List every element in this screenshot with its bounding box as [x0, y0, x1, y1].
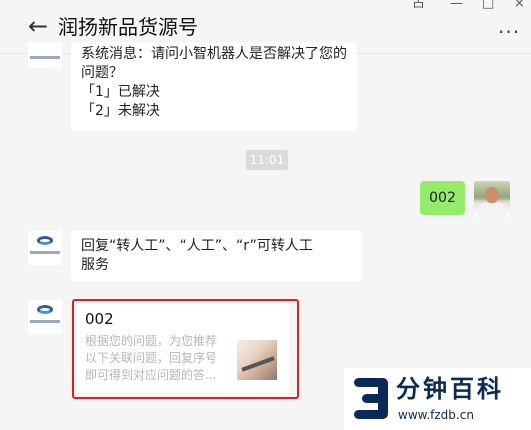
pin-icon[interactable]: 占	[412, 0, 425, 11]
company-logo-icon	[37, 305, 53, 314]
logo-text-icon	[30, 251, 60, 254]
company-logo-icon	[37, 236, 53, 245]
watermark-title: 分钟百科	[396, 375, 504, 403]
close-icon[interactable]: ×	[514, 0, 525, 11]
thumbnail-pen	[241, 356, 275, 372]
card-desc-line: 以下关联问题，回复序号	[85, 351, 218, 365]
message-line: 问题？	[81, 65, 123, 81]
card-title: 002	[85, 310, 114, 328]
bot-message-bubble[interactable]: 回复“转人工”、“人工”、“r”可转人工 服务	[71, 231, 362, 281]
card-description: 根据您的问题，为您推荐 以下关联问题，回复序号 即可得到对应问题的答...	[85, 333, 235, 384]
avatar-face	[485, 187, 499, 203]
card-desc-line: 即可得到对应问题的答...	[85, 368, 217, 382]
card-desc-line: 根据您的问题，为您推荐	[85, 334, 218, 348]
card-thumbnail	[237, 340, 277, 380]
company-logo-avatar[interactable]	[28, 300, 62, 334]
watermark-glyph-icon	[354, 378, 388, 420]
bot-avatar[interactable]	[28, 42, 62, 68]
minimize-icon[interactable]: —	[450, 0, 463, 11]
message-line: 「2」未解决	[81, 103, 160, 119]
more-dots-icon[interactable]: ···	[498, 22, 520, 42]
logo-text-icon	[30, 320, 60, 323]
watermark-url: www.fzdb.cn	[398, 408, 474, 422]
logo-text-icon	[30, 56, 60, 59]
message-timestamp: 11:01	[246, 150, 288, 170]
company-logo-avatar[interactable]	[28, 231, 62, 265]
avatar-shirt	[478, 203, 506, 217]
message-line: 系统消息：请问小智机器人是否解决了您的	[81, 46, 347, 62]
user-photo-avatar[interactable]	[474, 181, 510, 217]
back-arrow-icon[interactable]: ←	[28, 13, 52, 39]
system-message-bubble[interactable]: 系统消息：请问小智机器人是否解决了您的 问题？ 「1」已解决 「2」未解决	[71, 42, 357, 131]
chat-title: 润扬新品货源号	[58, 15, 198, 39]
message-line: 服务	[81, 257, 109, 273]
maximize-icon[interactable]: □	[482, 0, 494, 11]
message-line: 回复“转人工”、“人工”、“r”可转人工	[81, 238, 313, 254]
user-message-bubble[interactable]: 002	[420, 181, 465, 215]
watermark-logo: 分钟百科 www.fzdb.cn	[344, 368, 531, 430]
link-card[interactable]: 002 根据您的问题，为您推荐 以下关联问题，回复序号 即可得到对应问题的答..…	[77, 303, 289, 393]
message-line: 「1」已解决	[81, 84, 160, 100]
